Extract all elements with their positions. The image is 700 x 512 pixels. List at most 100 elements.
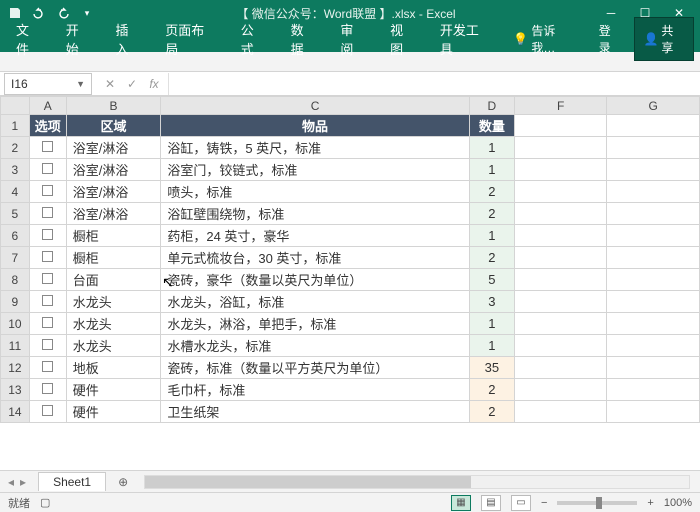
row-header[interactable]: 1 — [1, 115, 30, 137]
row-header[interactable]: 12 — [1, 357, 30, 379]
checkbox-icon[interactable] — [42, 207, 53, 218]
cell[interactable]: 地板 — [66, 357, 161, 379]
row-header[interactable]: 8 — [1, 269, 30, 291]
cell[interactable]: 浴室/淋浴 — [66, 137, 161, 159]
cell[interactable] — [607, 269, 700, 291]
tab-formulas[interactable]: 公式 — [231, 16, 277, 62]
col-header[interactable]: C — [161, 97, 469, 115]
cell[interactable]: 喷头，标准 — [161, 181, 469, 203]
checkbox-icon[interactable] — [42, 141, 53, 152]
row-header[interactable]: 4 — [1, 181, 30, 203]
row-header[interactable]: 10 — [1, 313, 30, 335]
cell[interactable]: 2 — [469, 247, 514, 269]
cell[interactable] — [514, 159, 607, 181]
row-header[interactable]: 7 — [1, 247, 30, 269]
cell[interactable]: 橱柜 — [66, 247, 161, 269]
checkbox-icon[interactable] — [42, 251, 53, 262]
checkbox-icon[interactable] — [42, 383, 53, 394]
share-button[interactable]: 👤共享 — [634, 17, 694, 61]
cell[interactable]: 瓷砖，标准（数量以平方英尺为单位） — [161, 357, 469, 379]
col-header[interactable]: G — [607, 97, 700, 115]
cell[interactable]: 药柜，24 英寸，豪华 — [161, 225, 469, 247]
tell-me-button[interactable]: 💡告诉我… — [505, 18, 586, 60]
checkbox-cell[interactable] — [29, 247, 66, 269]
row-header[interactable]: 5 — [1, 203, 30, 225]
cell[interactable]: 2 — [469, 203, 514, 225]
cell[interactable] — [514, 137, 607, 159]
checkbox-cell[interactable] — [29, 269, 66, 291]
cell[interactable] — [607, 159, 700, 181]
page-break-view-icon[interactable]: ▭ — [511, 495, 531, 511]
cell[interactable] — [607, 401, 700, 423]
cell[interactable] — [514, 181, 607, 203]
checkbox-cell[interactable] — [29, 335, 66, 357]
checkbox-cell[interactable] — [29, 291, 66, 313]
macro-record-icon[interactable]: ▢ — [40, 496, 50, 509]
cell[interactable]: 物品 — [161, 115, 469, 137]
cell[interactable] — [514, 203, 607, 225]
cell[interactable] — [514, 357, 607, 379]
cell[interactable] — [607, 247, 700, 269]
tab-home[interactable]: 开始 — [56, 16, 102, 62]
cell[interactable]: 1 — [469, 335, 514, 357]
cell[interactable] — [514, 401, 607, 423]
cell[interactable]: 浴缸，铸铁，5 英尺，标准 — [161, 137, 469, 159]
checkbox-icon[interactable] — [42, 317, 53, 328]
row-header[interactable]: 2 — [1, 137, 30, 159]
tab-review[interactable]: 审阅 — [330, 16, 376, 62]
cell[interactable]: 3 — [469, 291, 514, 313]
cell[interactable]: 水龙头 — [66, 291, 161, 313]
cell[interactable]: 单元式梳妆台，30 英寸，标准 — [161, 247, 469, 269]
cell[interactable] — [607, 313, 700, 335]
normal-view-icon[interactable]: ▦ — [451, 495, 471, 511]
cell[interactable] — [514, 225, 607, 247]
cell[interactable] — [514, 335, 607, 357]
row-header[interactable]: 3 — [1, 159, 30, 181]
checkbox-icon[interactable] — [42, 405, 53, 416]
cell[interactable]: 1 — [469, 137, 514, 159]
cell[interactable] — [607, 115, 700, 137]
cell[interactable] — [514, 379, 607, 401]
cell[interactable]: 浴缸壁围绕物，标准 — [161, 203, 469, 225]
cell[interactable] — [607, 291, 700, 313]
cell[interactable] — [514, 269, 607, 291]
cell[interactable] — [514, 247, 607, 269]
cell[interactable]: 水龙头 — [66, 313, 161, 335]
col-header[interactable]: D — [469, 97, 514, 115]
checkbox-cell[interactable] — [29, 379, 66, 401]
checkbox-icon[interactable] — [42, 273, 53, 284]
cell[interactable] — [607, 357, 700, 379]
cell[interactable]: 35 — [469, 357, 514, 379]
horizontal-scrollbar[interactable] — [144, 475, 690, 489]
tab-page-layout[interactable]: 页面布局 — [155, 16, 227, 62]
cell[interactable]: 浴室/淋浴 — [66, 203, 161, 225]
cell[interactable]: 2 — [469, 181, 514, 203]
row-header[interactable]: 9 — [1, 291, 30, 313]
cell[interactable]: 卫生纸架 — [161, 401, 469, 423]
add-sheet-button[interactable]: ⊕ — [112, 473, 134, 491]
cell[interactable] — [607, 181, 700, 203]
cell[interactable] — [607, 203, 700, 225]
cell[interactable]: 浴室/淋浴 — [66, 159, 161, 181]
cell[interactable]: 区域 — [66, 115, 161, 137]
page-layout-view-icon[interactable]: ▤ — [481, 495, 501, 511]
tab-developer[interactable]: 开发工具 — [430, 16, 502, 62]
tab-view[interactable]: 视图 — [380, 16, 426, 62]
cell[interactable]: 浴室门，铰链式，标准 — [161, 159, 469, 181]
chevron-down-icon[interactable]: ▼ — [76, 79, 85, 89]
checkbox-cell[interactable] — [29, 203, 66, 225]
row-header[interactable]: 14 — [1, 401, 30, 423]
zoom-slider[interactable] — [557, 501, 637, 505]
cell[interactable]: 1 — [469, 159, 514, 181]
checkbox-cell[interactable] — [29, 159, 66, 181]
cell[interactable]: 水龙头，淋浴，单把手，标准 — [161, 313, 469, 335]
cell[interactable] — [607, 335, 700, 357]
cell[interactable]: 毛巾杆，标准 — [161, 379, 469, 401]
cell[interactable] — [514, 115, 607, 137]
enter-formula-icon[interactable]: ✓ — [122, 77, 142, 91]
login-button[interactable]: 登录 — [591, 18, 631, 60]
checkbox-cell[interactable] — [29, 313, 66, 335]
tab-insert[interactable]: 插入 — [106, 16, 152, 62]
checkbox-icon[interactable] — [42, 339, 53, 350]
cell[interactable]: 2 — [469, 401, 514, 423]
